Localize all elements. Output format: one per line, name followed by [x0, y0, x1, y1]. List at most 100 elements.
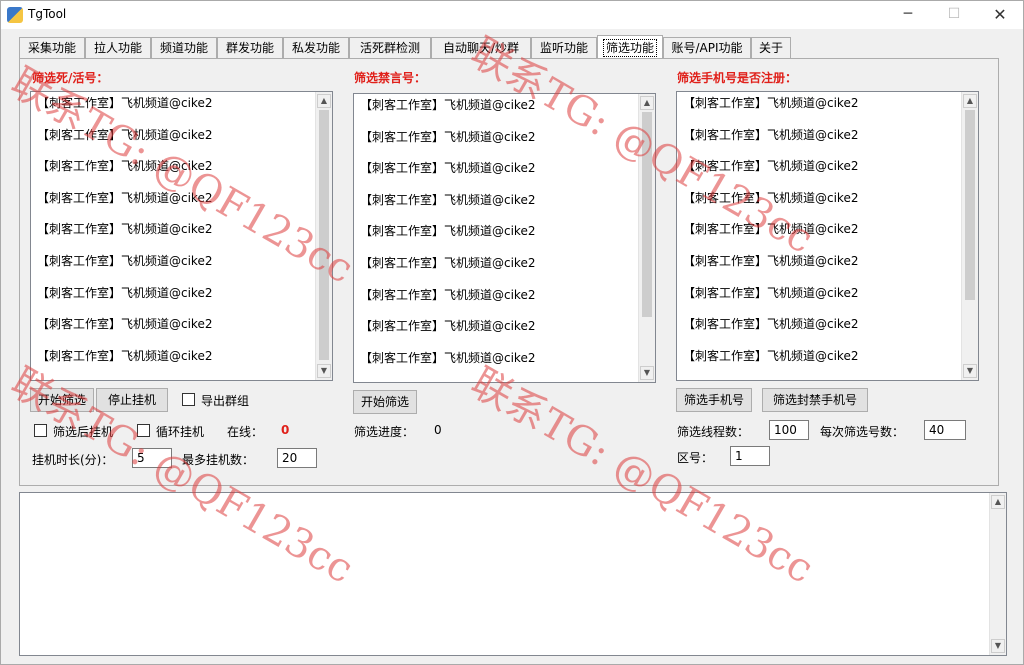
export-groups-checkbox[interactable] — [182, 393, 195, 406]
alive-scrollbar[interactable]: ▲ ▼ — [315, 92, 332, 380]
log-scrollbar[interactable]: ▲ ▼ — [989, 493, 1006, 655]
tab-collect[interactable]: 采集功能 — [19, 37, 85, 59]
list-item[interactable]: 【刺客工作室】飞机频道@cike2 — [354, 284, 638, 316]
registered-listbox[interactable]: 【刺客工作室】飞机频道@cike2 【刺客工作室】飞机频道@cike2 【刺客工… — [676, 91, 979, 381]
window-title: TgTool — [28, 7, 67, 21]
list-item[interactable]: 【刺客工作室】飞机频道@cike2 — [31, 92, 315, 124]
list-item[interactable]: 【刺客工作室】飞机频道@cike2 — [677, 187, 961, 219]
tgtool-window: TgTool ─ ☐ ✕ 采集功能 拉人功能 频道功能 群发功能 私发功能 活死… — [0, 0, 1024, 665]
title-bar: TgTool ─ ☐ ✕ — [1, 1, 1023, 29]
alive-listbox[interactable]: 【刺客工作室】飞机频道@cike2 【刺客工作室】飞机频道@cike2 【刺客工… — [30, 91, 333, 381]
alive-list-items: 【刺客工作室】飞机频道@cike2 【刺客工作室】飞机频道@cike2 【刺客工… — [31, 92, 315, 380]
log-textarea[interactable]: ▲ ▼ — [19, 492, 1007, 656]
list-item[interactable]: 【刺客工作室】飞机频道@cike2 — [31, 282, 315, 314]
tab-group-check[interactable]: 活死群检测 — [349, 37, 431, 59]
tab-label: 账号/API功能 — [671, 41, 743, 55]
loop-hang-label: 循环挂机 — [156, 425, 205, 439]
list-item[interactable]: 【刺客工作室】飞机频道@cike2 — [31, 155, 315, 187]
threads-input[interactable]: 100 — [769, 420, 809, 440]
list-item[interactable]: 【刺客工作室】飞机频道@cike2 — [677, 124, 961, 156]
list-item[interactable]: 【刺客工作室】飞机频道@cike2 — [354, 315, 638, 347]
list-item[interactable]: 【刺客工作室】飞机频道@cike2 — [354, 157, 638, 189]
export-groups-label: 导出群组 — [201, 394, 250, 408]
tab-auto-chat[interactable]: 自动聊天/炒群 — [431, 37, 531, 59]
filter-banned-phone-button[interactable]: 筛选封禁手机号 — [762, 388, 868, 412]
registered-scrollbar[interactable]: ▲ ▼ — [961, 92, 978, 380]
list-item[interactable]: 【刺客工作室】飞机频道@cike2 — [677, 218, 961, 250]
registered-section-title: 筛选手机号是否注册： — [677, 71, 798, 85]
max-hang-input[interactable]: 20 — [277, 448, 317, 468]
tab-about[interactable]: 关于 — [751, 37, 791, 59]
tab-label: 拉人功能 — [93, 41, 142, 55]
tab-monitor[interactable]: 监听功能 — [531, 37, 597, 59]
list-item[interactable]: 【刺客工作室】飞机频道@cike2 — [677, 92, 961, 124]
scroll-up-icon[interactable]: ▲ — [640, 96, 654, 110]
scroll-up-icon[interactable]: ▲ — [317, 94, 331, 108]
maximize-icon[interactable]: ☐ — [931, 1, 977, 29]
list-item[interactable]: 【刺客工作室】飞机频道@cike2 — [31, 218, 315, 250]
scroll-up-icon[interactable]: ▲ — [963, 94, 977, 108]
tab-label: 群发功能 — [225, 41, 274, 55]
list-item[interactable]: 【刺客工作室】飞机频道@cike2 — [354, 189, 638, 221]
tab-label: 关于 — [758, 41, 783, 55]
scroll-down-icon[interactable]: ▼ — [991, 639, 1005, 653]
tab-bar: 采集功能 拉人功能 频道功能 群发功能 私发功能 活死群检测 自动聊天/炒群 监… — [19, 35, 1019, 59]
per-batch-input[interactable]: 40 — [924, 420, 966, 440]
list-item[interactable]: 【刺客工作室】飞机频道@cike2 — [677, 345, 961, 377]
scroll-thumb[interactable] — [642, 112, 652, 317]
list-item[interactable]: 【刺客工作室】飞机频道@cike2 — [31, 124, 315, 156]
tab-label: 私发功能 — [291, 41, 340, 55]
scroll-down-icon[interactable]: ▼ — [317, 364, 331, 378]
banned-listbox[interactable]: 【刺客工作室】飞机频道@cike2 【刺客工作室】飞机频道@cike2 【刺客工… — [353, 93, 656, 383]
scroll-thumb[interactable] — [965, 110, 975, 300]
filter-panel: 筛选死/活号： 【刺客工作室】飞机频道@cike2 【刺客工作室】飞机频道@ci… — [19, 58, 999, 486]
tab-account-api[interactable]: 账号/API功能 — [663, 37, 751, 59]
tab-invite[interactable]: 拉人功能 — [85, 37, 151, 59]
list-item[interactable]: 【刺客工作室】飞机频道@cike2 — [354, 126, 638, 158]
tab-channel[interactable]: 频道功能 — [151, 37, 217, 59]
hang-duration-label: 挂机时长(分)： — [32, 453, 114, 467]
online-label: 在线： — [227, 425, 264, 439]
tab-label: 活死群检测 — [359, 41, 420, 55]
tab-label: 频道功能 — [159, 41, 208, 55]
loop-hang-checkbox[interactable] — [137, 424, 150, 437]
tab-private-message[interactable]: 私发功能 — [283, 37, 349, 59]
tab-label: 筛选功能 — [602, 39, 657, 57]
close-icon[interactable]: ✕ — [977, 1, 1023, 29]
hang-duration-input[interactable]: 5 — [132, 448, 172, 468]
list-item[interactable]: 【刺客工作室】飞机频道@cike2 — [31, 187, 315, 219]
threads-label: 筛选线程数： — [677, 425, 750, 439]
filter-progress-value: 0 — [434, 423, 442, 437]
tab-label: 监听功能 — [539, 41, 588, 55]
list-item[interactable]: 【刺客工作室】飞机频道@cike2 — [31, 250, 315, 282]
list-item[interactable]: 【刺客工作室】飞机频道@cike2 — [677, 155, 961, 187]
list-item[interactable]: 【刺客工作室】飞机频道@cike2 — [31, 345, 315, 377]
list-item[interactable]: 【刺客工作室】飞机频道@cike2 — [677, 313, 961, 345]
filter-phone-button[interactable]: 筛选手机号 — [676, 388, 752, 412]
area-code-input[interactable]: 1 — [730, 446, 770, 466]
alive-start-filter-button[interactable]: 开始筛选 — [30, 388, 94, 412]
banned-section-title: 筛选禁言号： — [354, 71, 427, 85]
list-item[interactable]: 【刺客工作室】飞机频道@cike2 — [354, 220, 638, 252]
per-batch-label: 每次筛选号数： — [820, 425, 905, 439]
scroll-thumb[interactable] — [319, 110, 329, 360]
list-item[interactable]: 【刺客工作室】飞机频道@cike2 — [354, 252, 638, 284]
registered-list-items: 【刺客工作室】飞机频道@cike2 【刺客工作室】飞机频道@cike2 【刺客工… — [677, 92, 961, 380]
stop-hang-button[interactable]: 停止挂机 — [96, 388, 168, 412]
tab-filter[interactable]: 筛选功能 — [597, 35, 663, 59]
list-item[interactable]: 【刺客工作室】飞机频道@cike2 — [677, 250, 961, 282]
list-item[interactable]: 【刺客工作室】飞机频道@cike2 — [677, 282, 961, 314]
scroll-down-icon[interactable]: ▼ — [963, 364, 977, 378]
minimize-icon[interactable]: ─ — [885, 1, 931, 29]
scroll-up-icon[interactable]: ▲ — [991, 495, 1005, 509]
alive-section-title: 筛选死/活号： — [32, 71, 109, 85]
list-item[interactable]: 【刺客工作室】飞机频道@cike2 — [31, 313, 315, 345]
banned-scrollbar[interactable]: ▲ ▼ — [638, 94, 655, 382]
list-item[interactable]: 【刺客工作室】飞机频道@cike2 — [354, 347, 638, 379]
list-item[interactable]: 【刺客工作室】飞机频道@cike2 — [354, 94, 638, 126]
tab-broadcast[interactable]: 群发功能 — [217, 37, 283, 59]
scroll-down-icon[interactable]: ▼ — [640, 366, 654, 380]
banned-start-filter-button[interactable]: 开始筛选 — [353, 390, 417, 414]
online-count: 0 — [281, 423, 290, 437]
hang-after-filter-checkbox[interactable] — [34, 424, 47, 437]
